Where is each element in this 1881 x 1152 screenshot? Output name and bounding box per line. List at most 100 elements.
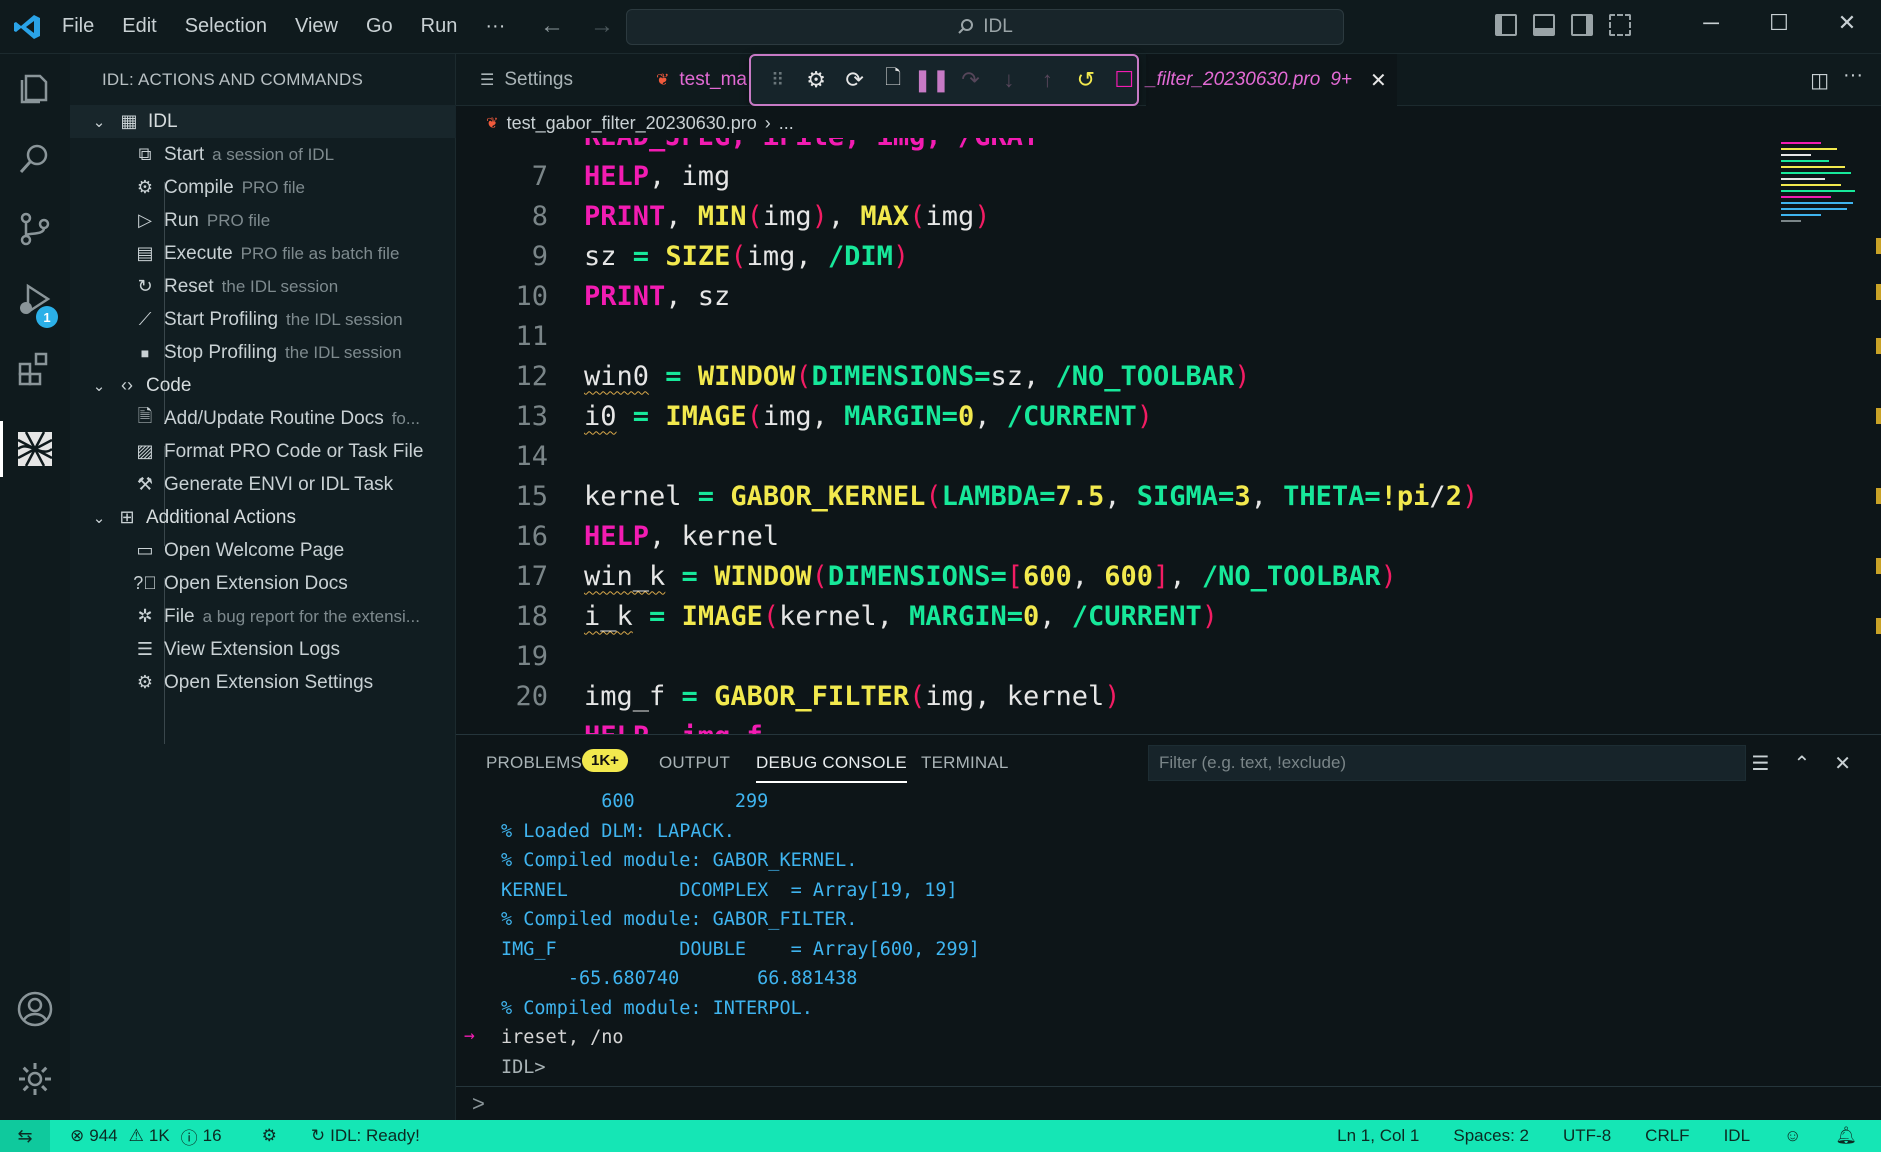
action-file-bug[interactable]: ✲ File a bug report for the extensi... [70, 600, 456, 633]
console-filter-input[interactable]: Filter (e.g. text, !exclude) [1148, 745, 1746, 781]
gear-icon: ⚙ [136, 672, 154, 692]
console-line: -65.680740 66.881438 [501, 968, 858, 989]
pause-icon[interactable]: ❚❚ [913, 67, 950, 93]
action-view-logs[interactable]: ☰ View Extension Logs [70, 633, 456, 666]
action-start-profiling[interactable]: ⟋ Start Profiling the IDL session [70, 303, 456, 336]
tab-output[interactable]: OUTPUT [659, 753, 730, 773]
output-log-icon: ☰ [136, 639, 154, 659]
toggle-panel-icon[interactable] [1533, 14, 1555, 36]
console-input[interactable]: > [456, 1086, 1881, 1120]
info-count: 16 [202, 1126, 222, 1145]
step-over-icon[interactable]: ↷ [958, 67, 983, 93]
tab-active-gabor-filter[interactable]: _filter_20230630.pro 9+ ✕ [1146, 54, 1397, 106]
line-number: 7 [531, 160, 548, 192]
action-format-code[interactable]: ▨ Format PRO Code or Task File [70, 435, 456, 468]
action-execute[interactable]: ▤ Execute PRO file as batch file [70, 237, 456, 270]
cursor-position[interactable]: Ln 1, Col 1 [1337, 1126, 1419, 1146]
step-out-icon[interactable]: ↑ [1035, 67, 1060, 93]
clear-console-icon[interactable]: ☰ [1752, 751, 1770, 776]
menu-view[interactable]: View [295, 15, 338, 38]
idl-status[interactable]: ↻ IDL: Ready! [311, 1126, 420, 1146]
end-of-line[interactable]: CRLF [1645, 1126, 1689, 1146]
code-line: 18 i_k = IMAGE(kernel, MARGIN=0, /CURREN… [456, 596, 1756, 636]
action-open-welcome[interactable]: ▭ Open Welcome Page [70, 534, 456, 567]
feedback-icon[interactable]: ☺ [1784, 1126, 1801, 1146]
debug-status-icon[interactable]: ⚙ [262, 1126, 277, 1146]
search-icon[interactable] [16, 140, 54, 178]
menu-run[interactable]: Run [421, 15, 458, 38]
extensions-icon[interactable] [16, 350, 54, 388]
language-mode[interactable]: IDL [1724, 1126, 1750, 1146]
action-run[interactable]: ▷ Run PRO file [70, 204, 456, 237]
action-compile[interactable]: ⚙ Compile PRO file [70, 171, 456, 204]
tab-problems[interactable]: PROBLEMS [486, 753, 582, 773]
action-generate-task[interactable]: ⚒ Generate ENVI or IDL Task [70, 468, 456, 501]
menu-selection[interactable]: Selection [185, 15, 267, 38]
code-editor[interactable]: READ_JPEG, iFile, img, /GRAY 7 HELP, img… [456, 138, 1881, 734]
debug-console-output[interactable]: 600 299 % Loaded DLM: LAPACK. % Compiled… [456, 789, 1881, 1089]
action-stop-profiling[interactable]: ■ Stop Profiling the IDL session [70, 336, 456, 369]
encoding[interactable]: UTF-8 [1563, 1126, 1611, 1146]
indentation[interactable]: Spaces: 2 [1453, 1126, 1529, 1146]
action-open-docs[interactable]: ?⃝ Open Extension Docs [70, 567, 456, 600]
breadcrumb-file[interactable]: test_gabor_filter_20230630.pro [507, 113, 757, 134]
debug-toolbar: ⠿ ⚙ ⟳ 🗋 ❚❚ ↷ ↓ ↑ ↺ ☐ [749, 54, 1139, 106]
close-panel-icon[interactable]: ✕ [1834, 751, 1851, 776]
refresh-icon[interactable]: ⟳ [842, 67, 867, 93]
tab-problem-count: 9+ [1330, 69, 1352, 90]
console-line: ireset, /no [501, 1027, 624, 1048]
split-editor-icon[interactable]: ◫ [1810, 68, 1829, 93]
idl-extension-icon[interactable] [16, 430, 54, 468]
restart-icon[interactable]: ↺ [1073, 67, 1098, 93]
minimap[interactable] [1781, 138, 1861, 248]
command-center-search[interactable]: IDL [626, 9, 1344, 45]
maximize-panel-icon[interactable]: ⌃ [1793, 751, 1810, 776]
menu-go[interactable]: Go [366, 15, 393, 38]
action-reset[interactable]: ↻ Reset the IDL session [70, 270, 456, 303]
console-line: IMG_F DOUBLE = Array[600, 299] [501, 939, 980, 960]
explorer-icon[interactable] [16, 70, 54, 108]
close-icon[interactable]: ✕ [1370, 68, 1387, 93]
tab-terminal[interactable]: TERMINAL [921, 753, 1009, 773]
tab-test-ma[interactable]: ❦ test_ma [656, 54, 747, 106]
back-arrow-icon[interactable]: ← [540, 12, 564, 40]
notifications-bell-icon[interactable]: 🔔︎ [1835, 1126, 1857, 1146]
tab-settings[interactable]: ☰ Settings [480, 54, 573, 106]
forward-arrow-icon[interactable]: → [590, 12, 614, 40]
tree-group-idl[interactable]: ⌄ ▦ IDL [70, 105, 456, 138]
drag-handle-icon[interactable]: ⠿ [765, 67, 790, 93]
menu-more[interactable]: ··· [485, 15, 505, 38]
stop-icon[interactable]: ☐ [1112, 67, 1137, 93]
menu-edit[interactable]: Edit [122, 15, 156, 38]
tree-group-additional-actions[interactable]: ⌄ ⊞ Additional Actions [70, 501, 456, 534]
info-icon: ⓘ [180, 1128, 198, 1148]
breadcrumb-symbol[interactable]: ... [779, 113, 794, 134]
gear-icon[interactable]: ⚙ [803, 67, 828, 93]
action-add-routine-docs[interactable]: 🗎 Add/Update Routine Docs fo... [70, 402, 456, 435]
action-open-settings[interactable]: ⚙ Open Extension Settings [70, 666, 456, 699]
minimize-button[interactable]: ─ [1677, 10, 1745, 36]
close-window-button[interactable]: ✕ [1813, 10, 1881, 36]
bottom-panel: PROBLEMS 1K+ OUTPUT DEBUG CONSOLE TERMIN… [456, 734, 1881, 1120]
source-control-icon[interactable] [16, 210, 54, 248]
more-actions-icon[interactable]: ··· [1843, 64, 1863, 87]
error-icon: ⊗ [70, 1126, 85, 1145]
menu-file[interactable]: File [62, 15, 94, 38]
problems-summary[interactable]: ⊗ 944 ⚠ 1K ⓘ 16 [70, 1124, 222, 1149]
remote-indicator-icon[interactable]: ⇆ [0, 1120, 50, 1152]
tab-debug-console[interactable]: DEBUG CONSOLE [756, 753, 907, 783]
accounts-icon[interactable] [16, 990, 54, 1028]
toggle-secondary-sidebar-icon[interactable] [1571, 14, 1593, 36]
toggle-primary-sidebar-icon[interactable] [1495, 14, 1517, 36]
manage-gear-icon[interactable] [16, 1060, 54, 1098]
step-into-icon[interactable]: ↓ [996, 67, 1021, 93]
code-line: 9 sz = SIZE(img, /DIM) [456, 236, 1756, 276]
tree-group-code[interactable]: ⌄ ‹› Code [70, 369, 456, 402]
action-description: the IDL session [285, 342, 402, 362]
action-label: Execute [164, 242, 233, 264]
maximize-button[interactable]: ☐ [1745, 10, 1813, 36]
action-start-idl[interactable]: ⧉ Start a session of IDL [70, 138, 456, 171]
customize-layout-icon[interactable] [1609, 14, 1631, 36]
console-line: % Compiled module: GABOR_FILTER. [501, 909, 858, 930]
run-file-icon[interactable]: 🗋 [880, 67, 905, 93]
